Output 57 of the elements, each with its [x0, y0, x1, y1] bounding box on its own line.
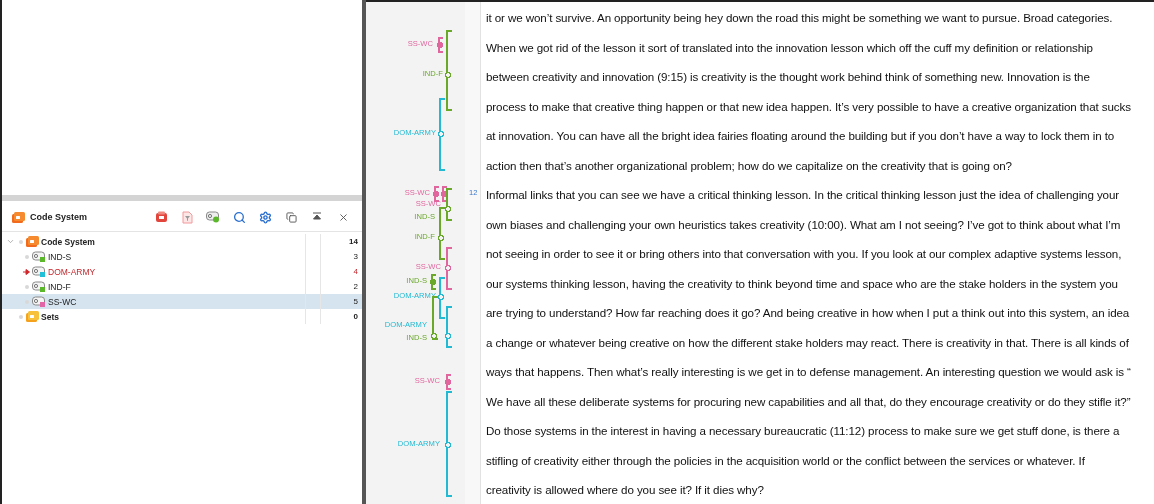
code-count: 0	[352, 312, 359, 321]
text-line: between creativity and innovation (9:15) is creativity is the thought work behind think of something new. Innovation is the	[486, 69, 1091, 85]
code-row[interactable]: IND-S 3	[2, 249, 362, 264]
code-count: 4	[352, 267, 359, 276]
tree-label: Code System	[41, 236, 95, 247]
collapse-icon[interactable]	[312, 212, 322, 222]
code-count: 14	[348, 237, 359, 246]
code-system-icon	[12, 211, 25, 223]
text-line: Do those systems in the interest in having a necessary bureaucratic (11:12) process to make sure we get stuff done, is there a	[486, 423, 1121, 439]
code-icon	[32, 296, 46, 307]
code-stripe[interactable]	[444, 187, 453, 222]
panel-title: Code System	[30, 212, 88, 222]
text-line: When we got rid of the lesson it sort of translated into the innovation lesson which off the cuff my definition or relationship	[486, 39, 1094, 56]
text-line: process to make that creative thing happen or that new idea happen. It’s very possible to have a creative organization that sucks	[486, 98, 1132, 115]
code-row[interactable]: DOM-ARMY 4	[2, 264, 362, 279]
text-line: action then that’s another organizational problem; how do we capitalize on the creativity that is going on?	[486, 157, 1013, 174]
code-row[interactable]: SS-WC 5	[2, 294, 362, 309]
text-line: at innovation. You can have all the bright idea fairies floating around the building but if you don’t have a way to lock them in to	[486, 128, 1116, 144]
text-line: stifling of creativity either through the policies in the acquisition world or the conflict between the services or whatever. If	[486, 452, 1086, 469]
text-line: a change or whatever being creative on how the different stake holders may react. There is creativity in that. There is all kinds of	[486, 334, 1130, 351]
code-icon	[32, 266, 46, 277]
code-icon	[32, 281, 46, 292]
code-stripe[interactable]	[444, 29, 453, 112]
code-stripe[interactable]	[444, 305, 453, 349]
text-line: are trying to understand? How far reaching does it go? And being creative in how when I put a think out into this system, an idea	[486, 305, 1131, 321]
text-line: Informal links that you can see we have a critical thinking lesson. In the critical thinking lesson just the idea of challenging your	[486, 187, 1121, 203]
code-mark-icon[interactable]	[436, 36, 445, 54]
code-mark-icon[interactable]	[432, 185, 441, 203]
code-label: SS-WC	[48, 296, 77, 307]
code-stripe[interactable]	[437, 97, 446, 172]
text-line: own biases and challenging your own heuristics takes creativity (10:00). What am I not seeing? I’ve got to think about what I’m	[486, 216, 1122, 233]
code-count: 3	[352, 252, 359, 261]
text-line: not seeing in order to see it or bring others into that conversation with you. If you look at our complex adaptive systems lesson,	[486, 246, 1123, 262]
expand-icon[interactable]	[5, 237, 15, 246]
text-line: ways that happens. Then what’s really interesting is we get in to defense management. An interesting question we would ask is “	[486, 364, 1132, 380]
folder-icon	[26, 311, 39, 322]
code-label: IND-S	[48, 251, 72, 262]
code-count: 5	[352, 297, 359, 306]
text-line: We have all these deliberate systems for procuring new capabilities and all that, do they encourage creativity or do they stifle it?”	[486, 393, 1132, 410]
code-label: DOM-ARMY	[48, 266, 96, 277]
text-line: it or we won’t survive. An opportunity being hey down the road this might be something we want to pursue. Broad categories.	[486, 10, 1114, 26]
code-system-icon	[26, 236, 39, 247]
code-stripe[interactable]	[437, 276, 446, 320]
code-stripe[interactable]	[444, 390, 453, 498]
code-mark-icon[interactable]	[429, 273, 438, 291]
text-line: creativity is allowed where do you see it? If it dies why?	[486, 482, 765, 498]
code-label: IND-F	[48, 281, 71, 292]
tree-row[interactable]: Code System 14	[2, 234, 362, 249]
text-line: our systems thinking lesson, having the creativity to think beyond time and space who are the stake holders in the system you	[486, 275, 1119, 292]
code-icon	[32, 251, 46, 262]
code-stripe[interactable]	[444, 246, 453, 291]
tree-row[interactable]: Sets 0	[2, 309, 362, 324]
tree-label: Sets	[41, 311, 59, 322]
code-mark-icon[interactable]	[444, 373, 453, 391]
code-stripe[interactable]	[437, 206, 446, 261]
code-count: 2	[352, 282, 359, 291]
code-mark-icon[interactable]	[440, 185, 449, 203]
